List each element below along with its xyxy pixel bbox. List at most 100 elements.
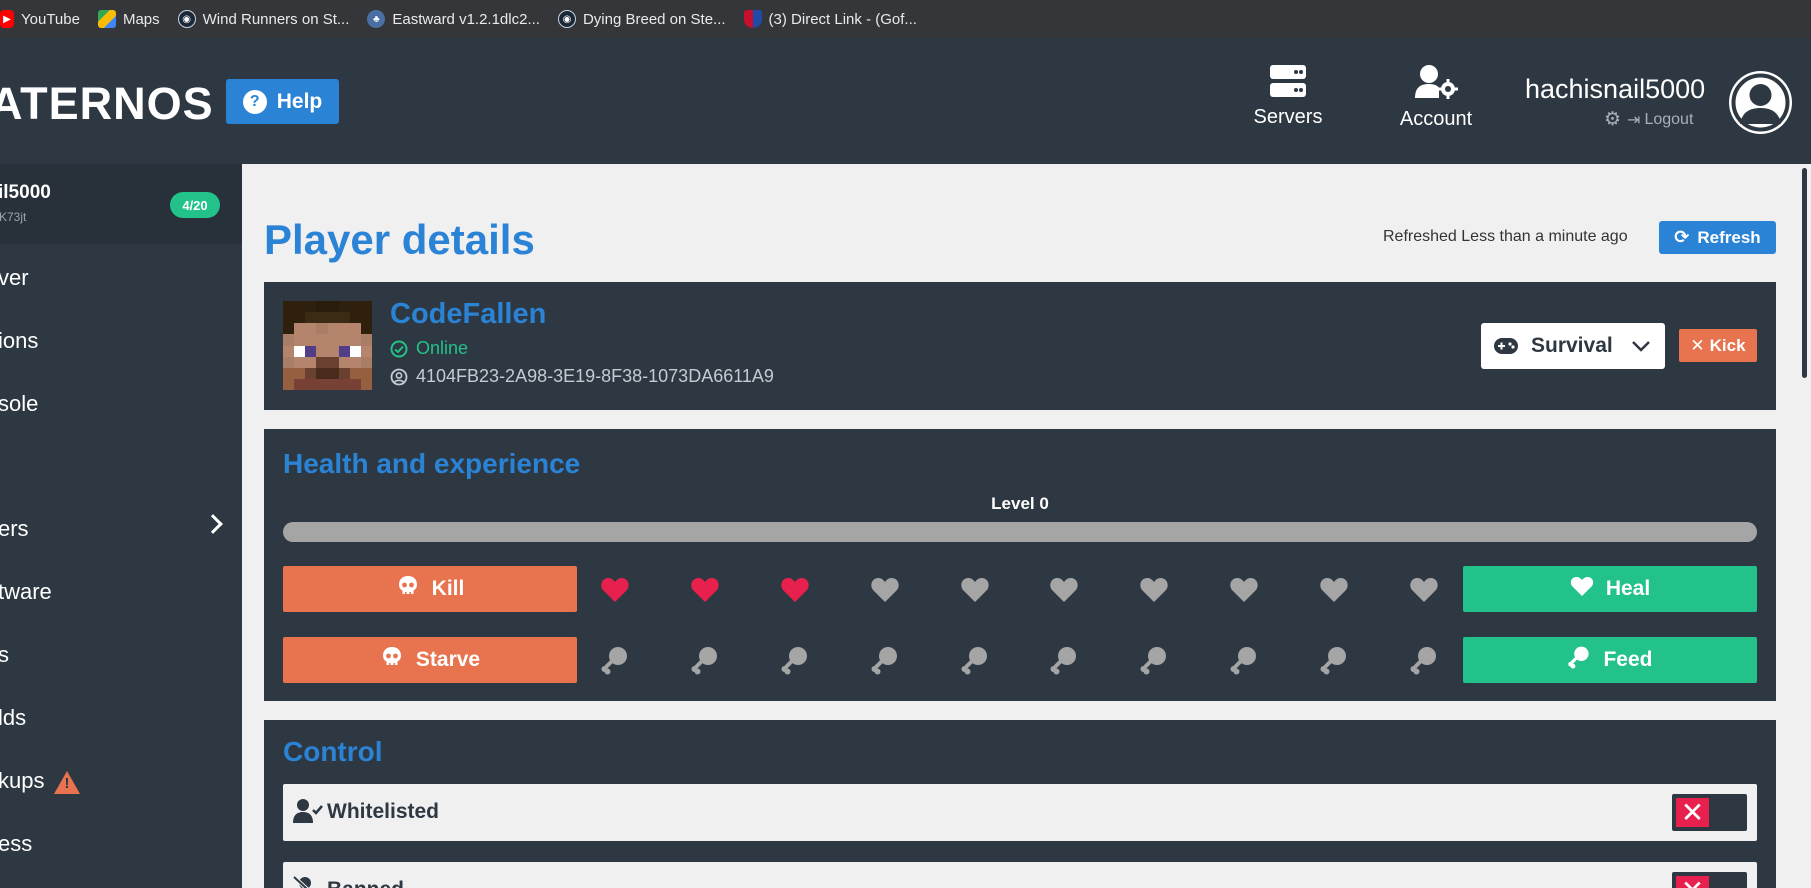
skin-pixel <box>316 334 328 346</box>
sidebar-item-access[interactable]: ess <box>0 831 32 857</box>
gear-icon[interactable]: ⚙ <box>1604 108 1621 131</box>
skin-pixel <box>349 334 361 346</box>
skin-pixel <box>305 367 317 379</box>
control-panel: Control Whitelisted ✕ Banned ✕ <box>264 720 1776 888</box>
skin-pixel <box>305 345 317 357</box>
skin-pixel <box>360 378 372 390</box>
skin-pixel <box>360 323 372 335</box>
skin-pixel <box>349 323 361 335</box>
close-icon: ✕ <box>1690 335 1705 355</box>
heal-button[interactable]: Heal <box>1463 566 1757 612</box>
eastward-icon: ♣ <box>367 10 386 28</box>
skin-pixel <box>283 312 295 324</box>
skin-pixel <box>327 334 339 346</box>
control-title: Control <box>283 736 383 767</box>
nav-account[interactable]: Account <box>1390 64 1482 131</box>
level-label: Level 0 <box>991 494 1049 513</box>
skin-pixel <box>294 356 306 368</box>
sidebar-item-label: kups <box>0 768 45 793</box>
scrollbar-thumb[interactable] <box>1802 168 1807 378</box>
drumstick-icon <box>1567 645 1591 675</box>
user-circle-icon <box>390 368 408 385</box>
skin-pixel <box>283 356 295 368</box>
x-icon: ✕ <box>1676 798 1709 827</box>
player-count-badge: 4/20 <box>170 192 220 218</box>
health-panel: Health and experience Level 0 Kill Heal … <box>264 429 1776 701</box>
control-row-banned: Banned ✕ <box>283 862 1757 888</box>
heal-label: Heal <box>1605 577 1651 600</box>
skin-pixel <box>327 378 339 390</box>
skin-pixel <box>294 312 306 324</box>
bookmark-dying-breed[interactable]: ◉ Dying Breed on Ste... <box>557 10 726 28</box>
bookmark-direct-link[interactable]: (3) Direct Link - (Gof... <box>743 10 917 28</box>
gamemode-select[interactable]: Survival <box>1481 323 1665 369</box>
drumstick-empty-icon <box>1228 645 1260 675</box>
kill-button[interactable]: Kill <box>283 566 577 612</box>
bookmark-youtube[interactable]: ▶ YouTube <box>0 10 80 28</box>
kick-button[interactable]: ✕ Kick <box>1679 329 1757 362</box>
sidebar-item-backups[interactable]: kups <box>0 768 81 794</box>
heart-empty-icon <box>1408 575 1440 605</box>
feed-button[interactable]: Feed <box>1463 637 1757 683</box>
sidebar-item-worlds[interactable]: lds <box>0 705 26 731</box>
skin-pixel <box>283 345 295 357</box>
user-slash-icon <box>292 875 323 888</box>
skin-pixel <box>360 301 372 313</box>
sidebar-item-players[interactable]: ers <box>0 516 29 542</box>
heart-icon <box>1570 575 1594 603</box>
question-icon: ? <box>242 89 267 114</box>
username: hachisnail5000 <box>1525 74 1706 104</box>
drumstick-empty-icon <box>599 645 631 675</box>
nav-servers-label: Servers <box>1253 106 1323 128</box>
heart-empty-icon <box>1048 575 1080 605</box>
server-info[interactable]: il5000 K73jt 4/20 <box>0 164 242 244</box>
drumstick-empty-icon <box>1318 645 1350 675</box>
sidebar-item-software[interactable]: tware <box>0 579 52 605</box>
skin-pixel <box>327 356 339 368</box>
refresh-button[interactable]: ⟳ Refresh <box>1659 221 1776 254</box>
nav-servers[interactable]: Servers <box>1248 64 1328 129</box>
whitelist-toggle[interactable]: ✕ <box>1672 794 1747 831</box>
logout-icon: ⇥ <box>1627 111 1641 129</box>
sidebar-item-console[interactable]: sole <box>0 391 38 417</box>
skin-pixel <box>349 301 361 313</box>
sidebar-item-server[interactable]: ver <box>0 265 29 291</box>
xp-progress-bar <box>283 522 1757 542</box>
skin-pixel <box>327 301 339 313</box>
sidebar-item-options[interactable]: ions <box>0 328 38 354</box>
logout-link[interactable]: ⇥ Logout <box>1627 110 1693 130</box>
starve-button[interactable]: Starve <box>283 637 577 683</box>
player-uuid: 4104FB23-2A98-3E19-8F38-1073DA6611A9 <box>390 366 774 387</box>
skin-pixel <box>338 345 350 357</box>
skin-pixel <box>360 367 372 379</box>
skin-pixel <box>360 356 372 368</box>
sidebar-item-plugins[interactable]: s <box>0 642 9 668</box>
heart-empty-icon <box>959 575 991 605</box>
chevron-right-icon[interactable] <box>203 514 223 534</box>
kill-label: Kill <box>431 577 465 600</box>
status-label: Online <box>416 338 469 358</box>
sidebar: il5000 K73jt 4/20 ver ions sole ers twar… <box>0 164 242 888</box>
heart-empty-icon <box>1228 575 1260 605</box>
bookmark-wind-runners[interactable]: ◉ Wind Runners on St... <box>177 10 349 28</box>
bookmark-label: Eastward v1.2.1dlc2... <box>392 10 540 28</box>
skin-pixel <box>316 356 328 368</box>
youtube-icon: ▶ <box>0 10 14 28</box>
bookmark-maps[interactable]: Maps <box>97 10 160 28</box>
nav-account-label: Account <box>1399 108 1473 130</box>
drumstick-empty-icon <box>1138 645 1170 675</box>
skin-pixel <box>338 323 350 335</box>
control-row-whitelisted: Whitelisted ✕ <box>283 784 1757 841</box>
avatar[interactable] <box>1729 71 1792 134</box>
drumstick-empty-icon <box>1408 645 1440 675</box>
skin-pixel <box>294 367 306 379</box>
skin-pixel <box>349 356 361 368</box>
help-button[interactable]: ? Help <box>226 79 339 124</box>
ban-toggle[interactable]: ✕ <box>1672 872 1747 888</box>
player-name: CodeFallen <box>390 298 547 330</box>
scrollbar[interactable] <box>1799 164 1811 888</box>
logo[interactable]: ATERNOS <box>0 78 214 130</box>
refresh-icon: ⟳ <box>1674 227 1690 247</box>
bookmark-eastward[interactable]: ♣ Eastward v1.2.1dlc2... <box>367 10 540 28</box>
skin-pixel <box>305 378 317 390</box>
